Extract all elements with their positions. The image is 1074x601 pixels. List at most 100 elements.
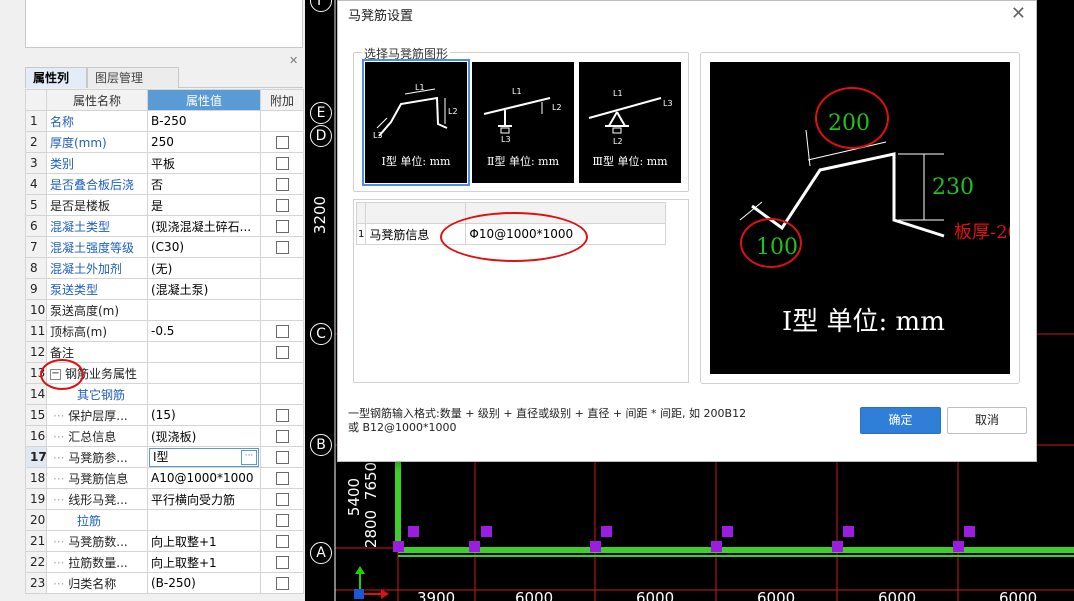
svg-text:板厚-20: 板厚-20	[954, 222, 1010, 243]
table-row[interactable]: 3 类别 平板	[25, 152, 304, 174]
attr-value-editor[interactable]: Ⅰ型 ···	[149, 447, 259, 467]
attr-extra	[260, 425, 304, 447]
table-row[interactable]: 11 顶标高(m) -0.5	[25, 320, 304, 342]
attr-extra	[260, 446, 304, 468]
ok-button[interactable]: 确定	[860, 407, 941, 434]
svg-text:L1: L1	[415, 83, 425, 92]
attr-name: ··· 线形马凳...	[46, 488, 148, 510]
tab-layer-manager[interactable]: 图层管理	[87, 67, 179, 88]
axis-bubble-d: D	[310, 125, 332, 147]
attr-value[interactable]: 向上取整+1	[147, 530, 261, 552]
table-row[interactable]: 9 泵送类型 (混凝土泵)	[25, 278, 304, 300]
extra-checkbox[interactable]	[275, 535, 289, 548]
extra-checkbox[interactable]	[275, 514, 289, 527]
dim-side-2800: 2800	[362, 509, 381, 549]
attr-name-label: 归类名称	[68, 576, 117, 591]
panel-close-icon[interactable]: ✕	[289, 54, 298, 67]
attr-value[interactable]: 平行横向受力筋	[147, 488, 261, 510]
attr-value[interactable]: 是	[147, 194, 261, 216]
table-row[interactable]: 2 厚度(mm) 250	[25, 131, 304, 153]
attr-value[interactable]	[147, 383, 261, 405]
attr-value[interactable]: 平板	[147, 152, 261, 174]
shape-caption-type3: Ⅲ型 单位: mm	[592, 155, 668, 168]
attr-name: 是否叠合板后浇	[46, 173, 148, 195]
extra-checkbox[interactable]	[275, 199, 289, 212]
ellipsis-button[interactable]: ···	[241, 449, 257, 465]
cancel-button[interactable]: 取消	[947, 407, 1027, 434]
attr-value[interactable]	[147, 362, 261, 384]
attr-name: ··· 归类名称	[46, 572, 148, 594]
panel-tabs: 属性列表 图层管理	[25, 67, 303, 105]
extra-checkbox[interactable]	[275, 430, 289, 443]
dim-side-5400: 5400	[345, 477, 364, 517]
attr-value[interactable]: Ⅰ型 ···	[147, 446, 261, 468]
extra-checkbox[interactable]	[275, 451, 289, 464]
attr-value[interactable]	[147, 509, 261, 531]
shape-option-type2[interactable]: L1 L2 L3 Ⅱ型 单位: mm	[472, 62, 574, 183]
extra-checkbox[interactable]	[275, 220, 289, 233]
extra-checkbox[interactable]	[275, 472, 289, 485]
extra-checkbox[interactable]	[275, 493, 289, 506]
table-row[interactable]: 4 是否叠合板后浇否	[25, 173, 304, 195]
table-row[interactable]: 21 ··· 马凳筋数... 向上取整+1	[25, 530, 304, 552]
attr-name: ··· 马凳筋数...	[46, 530, 148, 552]
dim-side-7650: 7650	[362, 461, 381, 501]
attr-name-label: 其它钢筋	[77, 387, 126, 402]
attr-value[interactable]: (混凝土泵)	[147, 278, 261, 300]
attr-value[interactable]: 向上取整+1	[147, 551, 261, 573]
attr-value[interactable]: (C30)	[147, 236, 261, 258]
header-attr-value[interactable]: 属性值	[147, 89, 261, 111]
table-row[interactable]: 22 ··· 拉筋数量... 向上取整+1	[25, 551, 304, 573]
table-row[interactable]: 10 泵送高度(m)	[25, 299, 304, 321]
attr-name: 泵送类型	[46, 278, 148, 300]
attr-extra	[260, 572, 304, 594]
attr-name: ··· 拉筋数量...	[46, 551, 148, 573]
attr-value[interactable]: 否	[147, 173, 261, 195]
table-row[interactable]: 16 ··· 汇总信息 (现浇板)	[25, 425, 304, 447]
table-row[interactable]: 6 混凝土类型 (现浇混凝土碎石...	[25, 215, 304, 237]
row-number: 3	[25, 152, 47, 174]
attr-name: 厚度(mm)	[46, 131, 148, 153]
table-row[interactable]: 17 ··· 马凳筋参... Ⅰ型 ···	[25, 446, 304, 468]
extra-checkbox[interactable]	[275, 241, 289, 254]
table-row[interactable]: 23 ··· 归类名称 (B-250)	[25, 572, 304, 594]
table-row[interactable]: 8 混凝土外加剂 (无)	[25, 257, 304, 279]
upper-list-box[interactable]	[25, 0, 303, 48]
property-panel: ✕ 属性列表 图层管理 属性名称 属性值 附加 1名称B-2502厚度(mm)2…	[0, 0, 305, 601]
attr-value[interactable]: (现浇板)	[147, 425, 261, 447]
extra-checkbox[interactable]	[275, 409, 289, 422]
shape-option-type3[interactable]: L1 L3 L2 Ⅲ型 单位: mm	[579, 62, 681, 183]
shape-option-type1[interactable]: L1 L2 L3 Ⅰ型 单位: mm	[362, 59, 470, 186]
tab-property-list[interactable]: 属性列表	[25, 67, 87, 105]
extra-checkbox[interactable]	[275, 556, 289, 569]
attr-extra	[260, 404, 304, 426]
table-row[interactable]: 15 ··· 保护层厚... (15)	[25, 404, 304, 426]
attr-value[interactable]: (15)	[147, 404, 261, 426]
extra-checkbox[interactable]	[275, 178, 289, 191]
table-row[interactable]: 7 混凝土强度等级 (C30)	[25, 236, 304, 258]
table-row[interactable]: 20 拉筋	[25, 509, 304, 531]
header-attr-name[interactable]: 属性名称	[46, 89, 148, 111]
attr-value[interactable]: B-250	[147, 110, 261, 132]
table-row[interactable]: 18 ··· 马凳筋信息 A10@1000*1000	[25, 467, 304, 489]
extra-checkbox[interactable]	[275, 577, 289, 590]
attr-value[interactable]: (B-250)	[147, 572, 261, 594]
extra-checkbox[interactable]	[275, 325, 289, 338]
attr-value[interactable]: -0.5	[147, 320, 261, 342]
attr-name-label: 保护层厚...	[68, 408, 128, 423]
extra-checkbox[interactable]	[275, 157, 289, 170]
extra-checkbox[interactable]	[275, 346, 289, 359]
attr-value[interactable]: 250	[147, 131, 261, 153]
close-icon[interactable]: ✕	[1011, 3, 1026, 24]
attr-value[interactable]: (无)	[147, 257, 261, 279]
table-row[interactable]: 1 名称 B-250	[25, 110, 304, 132]
attr-value[interactable]	[147, 299, 261, 321]
attr-value[interactable]: (现浇混凝土碎石...	[147, 215, 261, 237]
header-extra[interactable]: 附加	[260, 89, 304, 111]
table-row[interactable]: 5 是否是楼板 是	[25, 194, 304, 216]
tree-line-icon: ···	[53, 429, 69, 444]
attr-value[interactable]: A10@1000*1000	[147, 467, 261, 489]
attr-value[interactable]	[147, 341, 261, 363]
table-row[interactable]: 19 ··· 线形马凳... 平行横向受力筋	[25, 488, 304, 510]
extra-checkbox[interactable]	[275, 136, 289, 149]
